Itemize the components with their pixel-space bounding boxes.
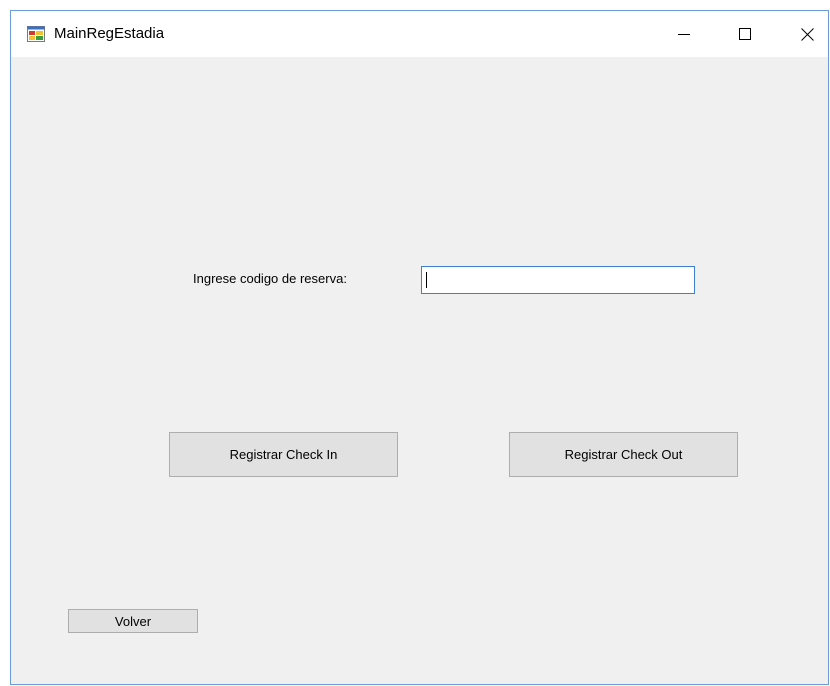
reservation-code-input[interactable] [421,266,695,294]
close-icon [800,27,814,41]
back-button-label: Volver [114,613,152,629]
text-caret [426,272,427,288]
checkin-button[interactable]: Registrar Check In [169,432,398,477]
reservation-code-label: Ingrese codigo de reserva: [193,271,347,286]
minimize-icon [678,34,690,35]
maximize-icon [739,28,751,40]
minimize-button[interactable] [661,11,707,57]
title-bar[interactable]: MainRegEstadia [11,11,828,57]
window-title: MainRegEstadia [54,25,165,42]
checkin-button-label: Registrar Check In [229,447,338,462]
close-button[interactable] [784,11,830,57]
winforms-app-icon [27,26,45,42]
app-window: MainRegEstadia Ingrese codigo de reserva… [10,10,829,685]
checkout-button[interactable]: Registrar Check Out [509,432,738,477]
checkout-button-label: Registrar Check Out [564,447,683,462]
back-button[interactable]: Volver [68,609,198,633]
maximize-button[interactable] [722,11,768,57]
